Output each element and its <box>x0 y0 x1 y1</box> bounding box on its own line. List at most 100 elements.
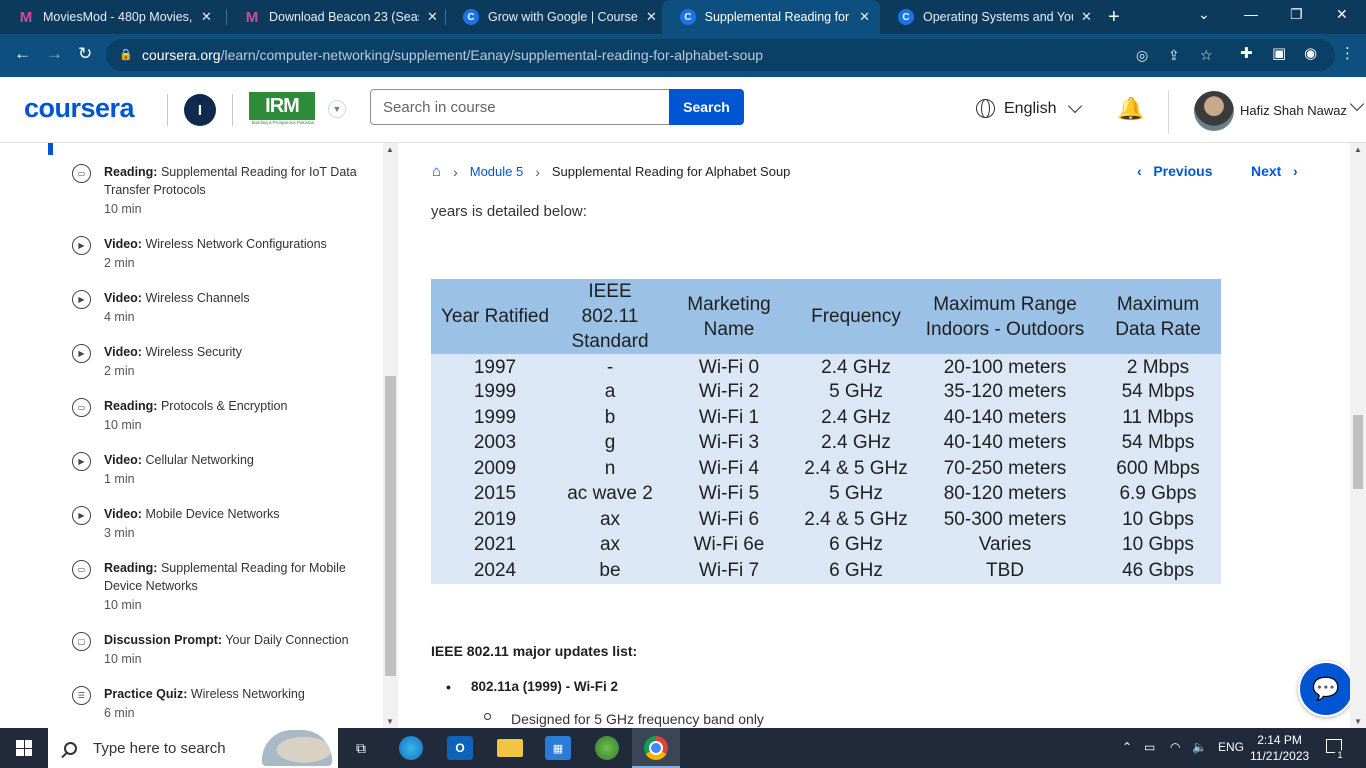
close-tab-icon[interactable]: ✕ <box>859 9 870 25</box>
reload-icon[interactable]: ↻ <box>78 44 92 64</box>
eye-slash-icon[interactable]: ◎ <box>1136 47 1148 64</box>
back-arrow-icon[interactable]: ← <box>14 44 31 64</box>
close-tab-icon[interactable]: ✕ <box>1081 9 1092 25</box>
scroll-up-arrow-icon[interactable]: ▲ <box>386 145 394 154</box>
search-button[interactable]: Search <box>669 89 744 125</box>
menu-dots-icon[interactable]: ⋮ <box>1340 44 1355 62</box>
minimize-icon[interactable]: — <box>1244 6 1258 22</box>
table-cell: 2003 <box>473 432 517 454</box>
table-cell: Wi-Fi 6e <box>693 534 765 556</box>
wifi-icon[interactable]: ◠ <box>1170 740 1180 754</box>
file-explorer-icon[interactable] <box>497 739 523 757</box>
table-cell: 6 GHz <box>829 534 883 556</box>
scrollbar-thumb[interactable] <box>1353 415 1363 489</box>
task-view-icon[interactable]: ⧉ <box>348 736 374 760</box>
chevron-right-icon: › <box>453 163 458 180</box>
table-cell: 46 Gbps <box>1122 559 1194 581</box>
sidebar-item-discussion-prompt[interactable]: ▢ Discussion Prompt: Your Daily Connecti… <box>72 631 372 669</box>
search-icon <box>64 741 77 755</box>
profile-icon[interactable]: ◉ <box>1304 44 1317 62</box>
microsoft-store-icon[interactable]: ▦ <box>545 736 571 760</box>
sidebar-item-wireless-channels[interactable]: ▶ Video: Wireless Channels 4 min <box>72 289 372 327</box>
outlook-icon[interactable]: O <box>447 736 473 760</box>
browser-tab[interactable]: M Download Beacon 23 (Seaso ✕ <box>226 0 448 34</box>
tab-search-chevron-icon[interactable]: ⌄ <box>1198 6 1210 23</box>
book-icon: ▭ <box>72 560 91 579</box>
chrome-icon[interactable] <box>644 736 668 760</box>
sidebar-item-wireless-config[interactable]: ▶ Video: Wireless Network Configurations… <box>72 235 372 273</box>
sidebar-item-practice-quiz[interactable]: ☰ Practice Quiz: Wireless Networking 6 m… <box>72 685 372 723</box>
clock-date: 11/21/2023 <box>1250 749 1310 763</box>
coursera-logo[interactable]: coursera <box>24 93 135 124</box>
table-cell: 20-100 meters <box>943 356 1067 378</box>
browser-tab[interactable]: C Operating Systems and You: ✕ <box>880 0 1102 34</box>
sidebar-item-iot-reading[interactable]: ▭ Reading: Supplemental Reading for IoT … <box>72 163 372 219</box>
extensions-puzzle-icon[interactable]: ✚ <box>1240 44 1253 62</box>
sidebar-item-protocols-encryption[interactable]: ▭ Reading: Protocols & Encryption 10 min <box>72 397 372 435</box>
browser-tab[interactable]: C Grow with Google | Coursera ✕ <box>445 0 667 34</box>
sidebar-item-wireless-security[interactable]: ▶ Video: Wireless Security 2 min <box>72 343 372 381</box>
forward-arrow-icon[interactable]: → <box>46 44 63 64</box>
chevron-down-icon <box>1068 98 1083 113</box>
side-panel-icon[interactable]: ▣ <box>1272 44 1286 62</box>
share-icon[interactable]: ⇪ <box>1168 47 1180 64</box>
browser-tab-active[interactable]: C Supplemental Reading for A ✕ <box>662 0 880 34</box>
language-selector[interactable]: English <box>976 98 1083 118</box>
table-cell: 6 GHz <box>829 559 883 581</box>
battery-icon[interactable]: ▭ <box>1144 740 1155 754</box>
browser-tab[interactable]: M MoviesMod - 480p Movies, ✕ <box>0 0 222 34</box>
column-header: Frequency <box>797 279 915 354</box>
user-name[interactable]: Hafiz Shah Nawaz <box>1240 103 1347 118</box>
windows-start-icon[interactable] <box>16 740 32 756</box>
tab-title: Download Beacon 23 (Seaso <box>269 10 419 24</box>
scroll-down-arrow-icon[interactable]: ▼ <box>386 717 394 726</box>
scroll-down-arrow-icon[interactable]: ▼ <box>1354 717 1362 726</box>
org-switcher-chevron-icon[interactable]: ▼ <box>328 100 346 118</box>
url-field[interactable]: 🔒 coursera.org/learn/computer-networking… <box>106 39 1335 71</box>
tray-chevron-up-icon[interactable]: ⌃ <box>1122 740 1132 754</box>
org-initial-badge[interactable]: I <box>184 94 216 126</box>
avatar[interactable] <box>1194 91 1234 131</box>
breadcrumb-module-link[interactable]: Module 5 <box>470 164 523 179</box>
restore-icon[interactable]: ❐ <box>1290 6 1303 23</box>
scrollbar-thumb[interactable] <box>385 376 396 676</box>
sidebar-item-title: Practice Quiz: Wireless Networking <box>104 685 372 703</box>
scroll-up-arrow-icon[interactable]: ▲ <box>1354 145 1362 154</box>
user-menu-chevron-icon[interactable] <box>1349 96 1365 112</box>
previous-button[interactable]: ‹ Previous <box>1137 163 1212 179</box>
next-button[interactable]: Next › <box>1251 163 1298 179</box>
sidebar-item-cellular-networking[interactable]: ▶ Video: Cellular Networking 1 min <box>72 451 372 489</box>
system-clock[interactable]: 2:14 PM 11/21/2023 <box>1250 732 1309 764</box>
taskbar-search-box[interactable]: Type here to search <box>48 728 338 768</box>
irm-org-logo[interactable]: IRM Building a Prosperous Pakistan <box>249 92 317 128</box>
chat-help-button[interactable]: 💬 <box>1298 661 1350 717</box>
close-tab-icon[interactable]: ✕ <box>646 9 657 25</box>
url-text: coursera.org/learn/computer-networking/s… <box>142 47 763 63</box>
course-search-input[interactable] <box>370 89 670 125</box>
sidebar-item-title: Video: Wireless Channels <box>104 289 372 307</box>
sidebar-item-duration: 2 min <box>104 364 135 378</box>
window-close-icon[interactable]: ✕ <box>1336 6 1348 23</box>
sidebar-item-title: Video: Wireless Network Configurations <box>104 235 372 253</box>
edge-browser-icon[interactable] <box>399 736 423 760</box>
close-tab-icon[interactable]: ✕ <box>427 9 438 25</box>
close-tab-icon[interactable]: ✕ <box>201 9 212 25</box>
sidebar-item-duration: 10 min <box>104 418 142 432</box>
input-language[interactable]: ENG <box>1218 740 1244 754</box>
page-scrollbar[interactable]: ▲ ▼ <box>1350 143 1366 728</box>
sidebar-item-mobile-reading[interactable]: ▭ Reading: Supplemental Reading for Mobi… <box>72 559 372 615</box>
breadcrumb: ⌂ › Module 5 › Supplemental Reading for … <box>432 163 790 180</box>
bookmark-star-icon[interactable]: ☆ <box>1200 47 1213 64</box>
sidebar-item-mobile-device-networks[interactable]: ▶ Video: Mobile Device Networks 3 min <box>72 505 372 543</box>
new-tab-button[interactable]: + <box>1108 6 1120 29</box>
taskbar-search-placeholder: Type here to search <box>93 739 226 757</box>
volume-icon[interactable]: 🔈 <box>1192 740 1207 754</box>
tab-title: MoviesMod - 480p Movies, <box>43 10 193 24</box>
book-icon: ▭ <box>72 398 91 417</box>
home-icon[interactable]: ⌂ <box>432 163 441 180</box>
sidebar-scrollbar[interactable]: ▲ ▼ <box>383 143 398 728</box>
notifications-bell-icon[interactable]: 🔔 <box>1117 96 1144 122</box>
chevron-right-icon: › <box>535 163 540 180</box>
clock-time: 2:14 PM <box>1257 733 1302 747</box>
globe-app-icon[interactable] <box>595 736 619 760</box>
